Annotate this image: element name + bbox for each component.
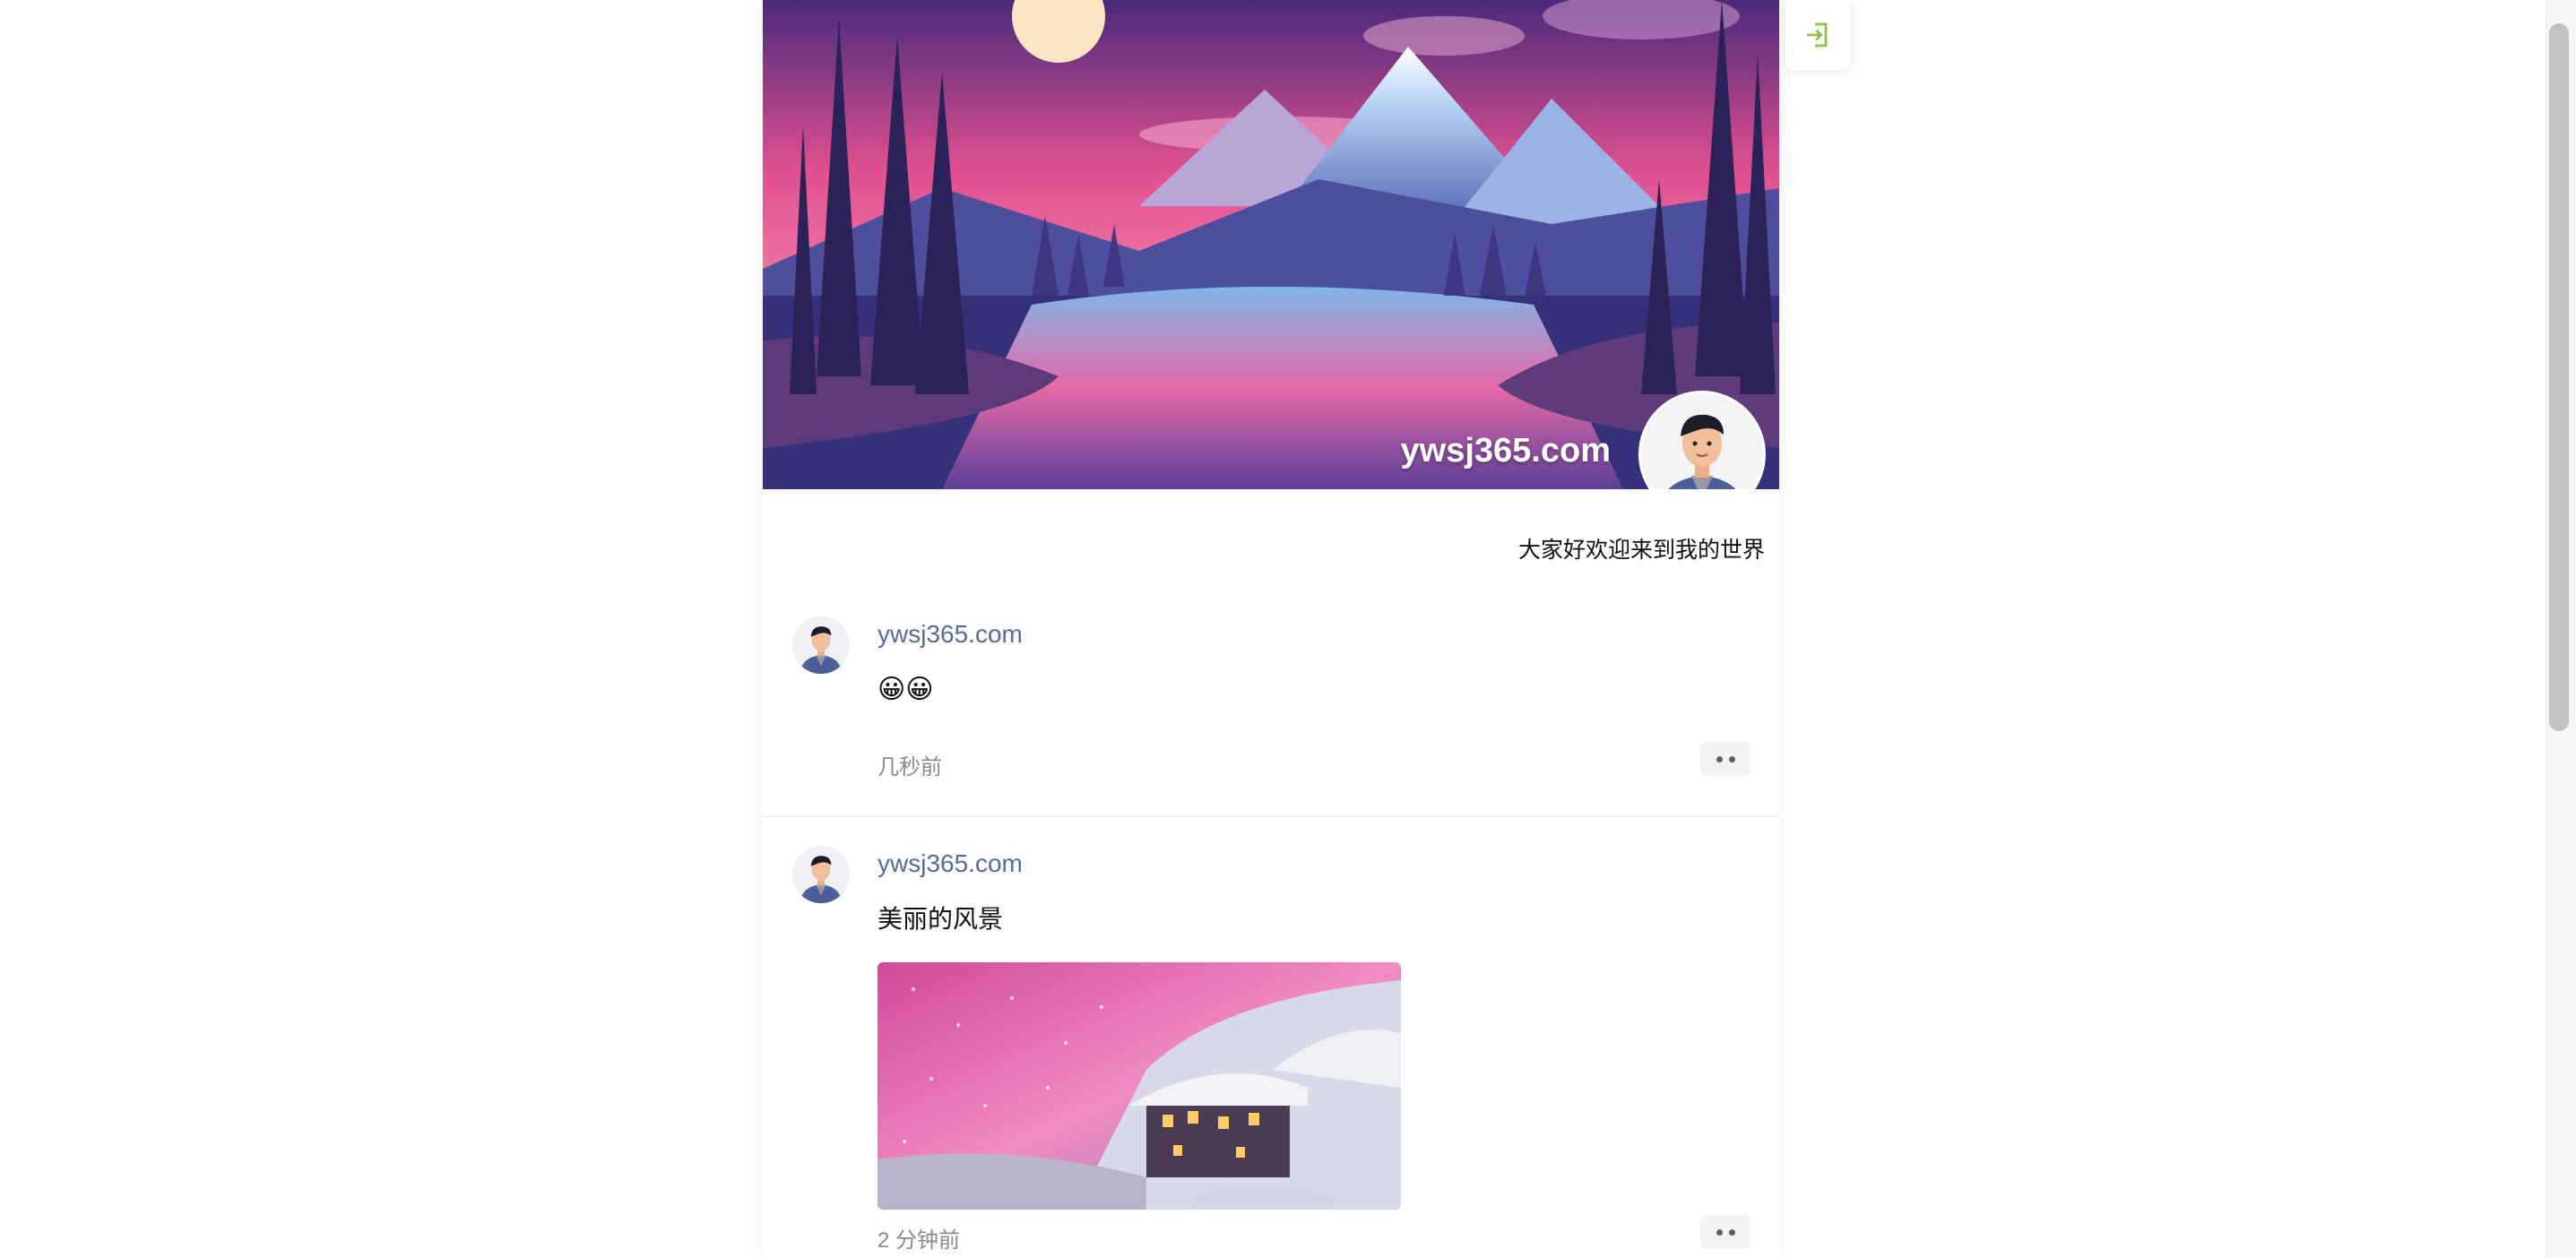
user-avatar-illustration bbox=[1641, 393, 1763, 489]
post-avatar[interactable] bbox=[792, 846, 850, 903]
scrollbar-thumb[interactable] bbox=[2549, 23, 2569, 731]
login-button[interactable] bbox=[1785, 0, 1850, 70]
more-button[interactable] bbox=[1700, 1215, 1750, 1249]
more-dots-icon bbox=[1716, 755, 1723, 763]
more-dots-icon bbox=[1728, 1228, 1735, 1236]
post-author[interactable]: ywsj365.com bbox=[877, 620, 1023, 649]
post-time: 几秒前 bbox=[877, 755, 942, 780]
post-item: ywsj365.com 美丽的风景 2 分钟前 bbox=[763, 817, 1779, 1258]
more-dots-icon bbox=[1716, 1228, 1723, 1236]
landscape-illustration bbox=[763, 0, 1779, 489]
more-button[interactable] bbox=[1700, 742, 1750, 776]
post-item: ywsj365.com 😀😀 几秒前 bbox=[763, 591, 1779, 817]
moments-page: ywsj365.com 大家好欢迎来到我的世界 ywsj365.com 😀😀 几… bbox=[763, 0, 1779, 1258]
user-avatar-illustration bbox=[792, 616, 850, 674]
user-avatar-illustration bbox=[792, 846, 850, 903]
post-author[interactable]: ywsj365.com bbox=[877, 849, 1023, 878]
post-text: 😀😀 bbox=[877, 674, 934, 705]
site-name: ywsj365.com bbox=[1400, 432, 1611, 470]
post-image[interactable] bbox=[877, 962, 1401, 1210]
post-time: 2 分钟前 bbox=[877, 1228, 961, 1253]
login-arrow-icon bbox=[1807, 22, 1828, 47]
profile-bio: 大家好欢迎来到我的世界 bbox=[1517, 538, 1765, 563]
cover-image[interactable]: ywsj365.com bbox=[763, 0, 1779, 489]
more-dots-icon bbox=[1728, 755, 1735, 763]
post-avatar[interactable] bbox=[792, 616, 850, 674]
snowy-village-image bbox=[877, 962, 1401, 1210]
post-text: 美丽的风景 bbox=[877, 905, 1004, 933]
